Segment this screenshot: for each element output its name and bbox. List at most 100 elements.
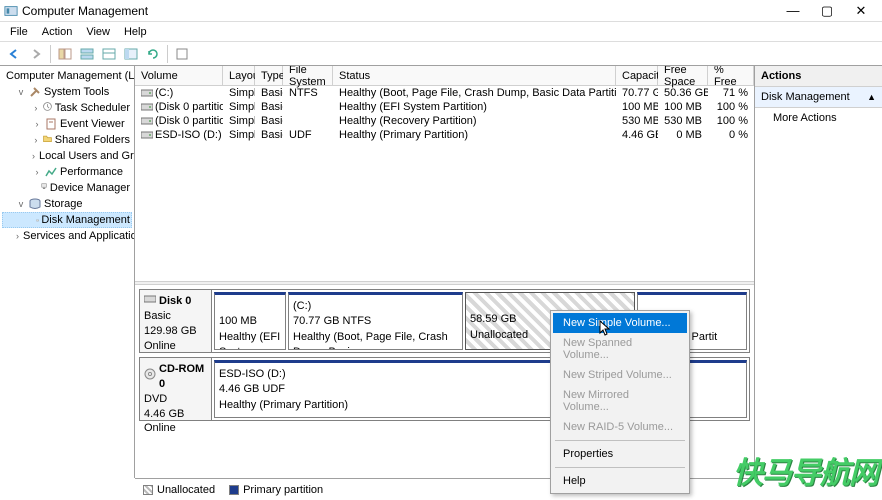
volume-cell: Simple: [223, 87, 255, 99]
cdrom-0-label[interactable]: CD-ROM 0 DVD 4.46 GB Online: [140, 358, 212, 420]
column-header-type[interactable]: Type: [255, 66, 283, 85]
drive-icon: [141, 102, 153, 112]
menu-help[interactable]: Help: [118, 24, 153, 39]
disk-0-label[interactable]: Disk 0 Basic 129.98 GB Online: [140, 290, 212, 352]
tree-event-viewer[interactable]: ›Event Viewer: [2, 116, 132, 132]
actions-subheader[interactable]: Disk Management ▲: [755, 87, 882, 108]
disk-icon: [144, 294, 156, 309]
volume-cell: Healthy (Boot, Page File, Crash Dump, Ba…: [333, 87, 616, 99]
tree-label: Local Users and Groups: [39, 150, 135, 162]
close-button[interactable]: ✕: [844, 1, 878, 21]
tree-storage[interactable]: v Storage: [2, 196, 132, 212]
toolbar-icon-c[interactable]: [121, 44, 141, 64]
context-item-properties[interactable]: Properties: [553, 444, 687, 464]
context-item-new-simple-volume[interactable]: New Simple Volume...: [553, 313, 687, 333]
cursor-icon: [599, 320, 611, 338]
toolbar-icon-b[interactable]: [99, 44, 119, 64]
expand-icon[interactable]: ›: [32, 167, 42, 177]
volume-cell: ESD-ISO (D:): [135, 129, 223, 141]
volume-cell: 71 %: [708, 87, 754, 99]
column-header-file-system[interactable]: File System: [283, 66, 333, 85]
expand-icon[interactable]: v: [16, 87, 26, 97]
partition-size: 100 MB: [219, 314, 281, 329]
tree-label: Shared Folders: [55, 134, 130, 146]
minimize-button[interactable]: —: [776, 1, 810, 21]
storage-icon: [28, 197, 42, 211]
tree-root[interactable]: Computer Management (Local: [2, 68, 132, 84]
drive-icon: [141, 130, 153, 140]
expand-icon[interactable]: v: [16, 199, 26, 209]
volume-list[interactable]: VolumeLayoutTypeFile SystemStatusCapacit…: [135, 66, 754, 281]
watermark: 快马导航网: [733, 448, 878, 492]
volume-row[interactable]: (C:)SimpleBasicNTFSHealthy (Boot, Page F…: [135, 86, 754, 100]
column-header-capacity[interactable]: Capacity: [616, 66, 658, 85]
column-header-free-space[interactable]: Free Space: [658, 66, 708, 85]
volume-row[interactable]: (Disk 0 partition 4)SimpleBasicHealthy (…: [135, 114, 754, 128]
refresh-button[interactable]: [143, 44, 163, 64]
context-item-new-mirrored-volume: New Mirrored Volume...: [553, 385, 687, 417]
menu-file[interactable]: File: [4, 24, 34, 39]
tree-local-users[interactable]: › Local Users and Groups: [2, 148, 132, 164]
context-item-help[interactable]: Help: [553, 471, 687, 491]
volume-cell: Healthy (Recovery Partition): [333, 115, 616, 127]
disk-info: DVD: [144, 392, 207, 407]
volume-cell: Basic: [255, 87, 283, 99]
tree-services-apps[interactable]: › Services and Applications: [2, 228, 132, 244]
partition-c[interactable]: (C:) 70.77 GB NTFS Healthy (Boot, Page F…: [288, 292, 463, 350]
tree-disk-management[interactable]: Disk Management: [2, 212, 132, 228]
partition-efi[interactable]: 100 MB Healthy (EFI Syst: [214, 292, 286, 350]
expand-icon[interactable]: ›: [32, 103, 40, 113]
volume-cell: Simple: [223, 115, 255, 127]
toolbar-icon-d[interactable]: [172, 44, 192, 64]
volume-cell: Simple: [223, 101, 255, 113]
window-title: Computer Management: [22, 4, 776, 18]
tree-performance[interactable]: › Performance: [2, 164, 132, 180]
volume-cell: 4.46 GB: [616, 129, 658, 141]
nav-back-button[interactable]: [4, 44, 24, 64]
volume-cell: (C:): [135, 87, 223, 99]
expand-icon[interactable]: ›: [16, 231, 19, 241]
tree-label: Services and Applications: [23, 230, 135, 242]
maximize-button[interactable]: ▢: [810, 1, 844, 21]
menubar: File Action View Help: [0, 22, 882, 42]
expand-icon[interactable]: ›: [32, 151, 35, 161]
menu-view[interactable]: View: [80, 24, 116, 39]
tree-device-manager[interactable]: Device Manager: [2, 180, 132, 196]
column-header-volume[interactable]: Volume: [135, 66, 223, 85]
expand-icon[interactable]: ›: [32, 135, 40, 145]
collapse-arrow-icon[interactable]: ▲: [867, 92, 876, 102]
tree-shared-folders[interactable]: › Shared Folders: [2, 132, 132, 148]
tree-label: Performance: [60, 166, 123, 178]
volume-row[interactable]: ESD-ISO (D:)SimpleBasicUDFHealthy (Prima…: [135, 128, 754, 142]
volume-list-header: VolumeLayoutTypeFile SystemStatusCapacit…: [135, 66, 754, 86]
show-hide-tree-button[interactable]: [55, 44, 75, 64]
volume-cell: 100 MB: [616, 101, 658, 113]
actions-more-actions[interactable]: More Actions: [755, 108, 882, 128]
disk-info: Online: [144, 339, 207, 354]
tree-task-scheduler[interactable]: › Task Scheduler: [2, 100, 132, 116]
disk-title: CD-ROM 0: [159, 362, 207, 392]
column-header-layout[interactable]: Layout: [223, 66, 255, 85]
volume-cell: 100 %: [708, 115, 754, 127]
expand-icon[interactable]: ›: [32, 119, 42, 129]
context-item-new-raid-volume: New RAID-5 Volume...: [553, 417, 687, 437]
volume-cell: 530 MB: [616, 115, 658, 127]
volume-cell: 0 %: [708, 129, 754, 141]
navigation-tree[interactable]: Computer Management (Local v System Tool…: [0, 66, 135, 478]
column-header-status[interactable]: Status: [333, 66, 616, 85]
nav-forward-button[interactable]: [26, 44, 46, 64]
volume-cell: Simple: [223, 129, 255, 141]
disk-icon: [36, 213, 39, 227]
volume-row[interactable]: (Disk 0 partition 1)SimpleBasicHealthy (…: [135, 100, 754, 114]
disk-title: Disk 0: [159, 294, 191, 309]
context-item-new-spanned-volume: New Spanned Volume...: [553, 333, 687, 365]
column-header--free[interactable]: % Free: [708, 66, 754, 85]
tree-system-tools[interactable]: v System Tools: [2, 84, 132, 100]
actions-header: Actions: [755, 66, 882, 87]
device-icon: [40, 181, 48, 195]
toolbar-icon-a[interactable]: [77, 44, 97, 64]
toolbar: [0, 42, 882, 66]
menu-action[interactable]: Action: [36, 24, 79, 39]
tree-label: Task Scheduler: [55, 102, 130, 114]
tree-label: Storage: [44, 198, 83, 210]
